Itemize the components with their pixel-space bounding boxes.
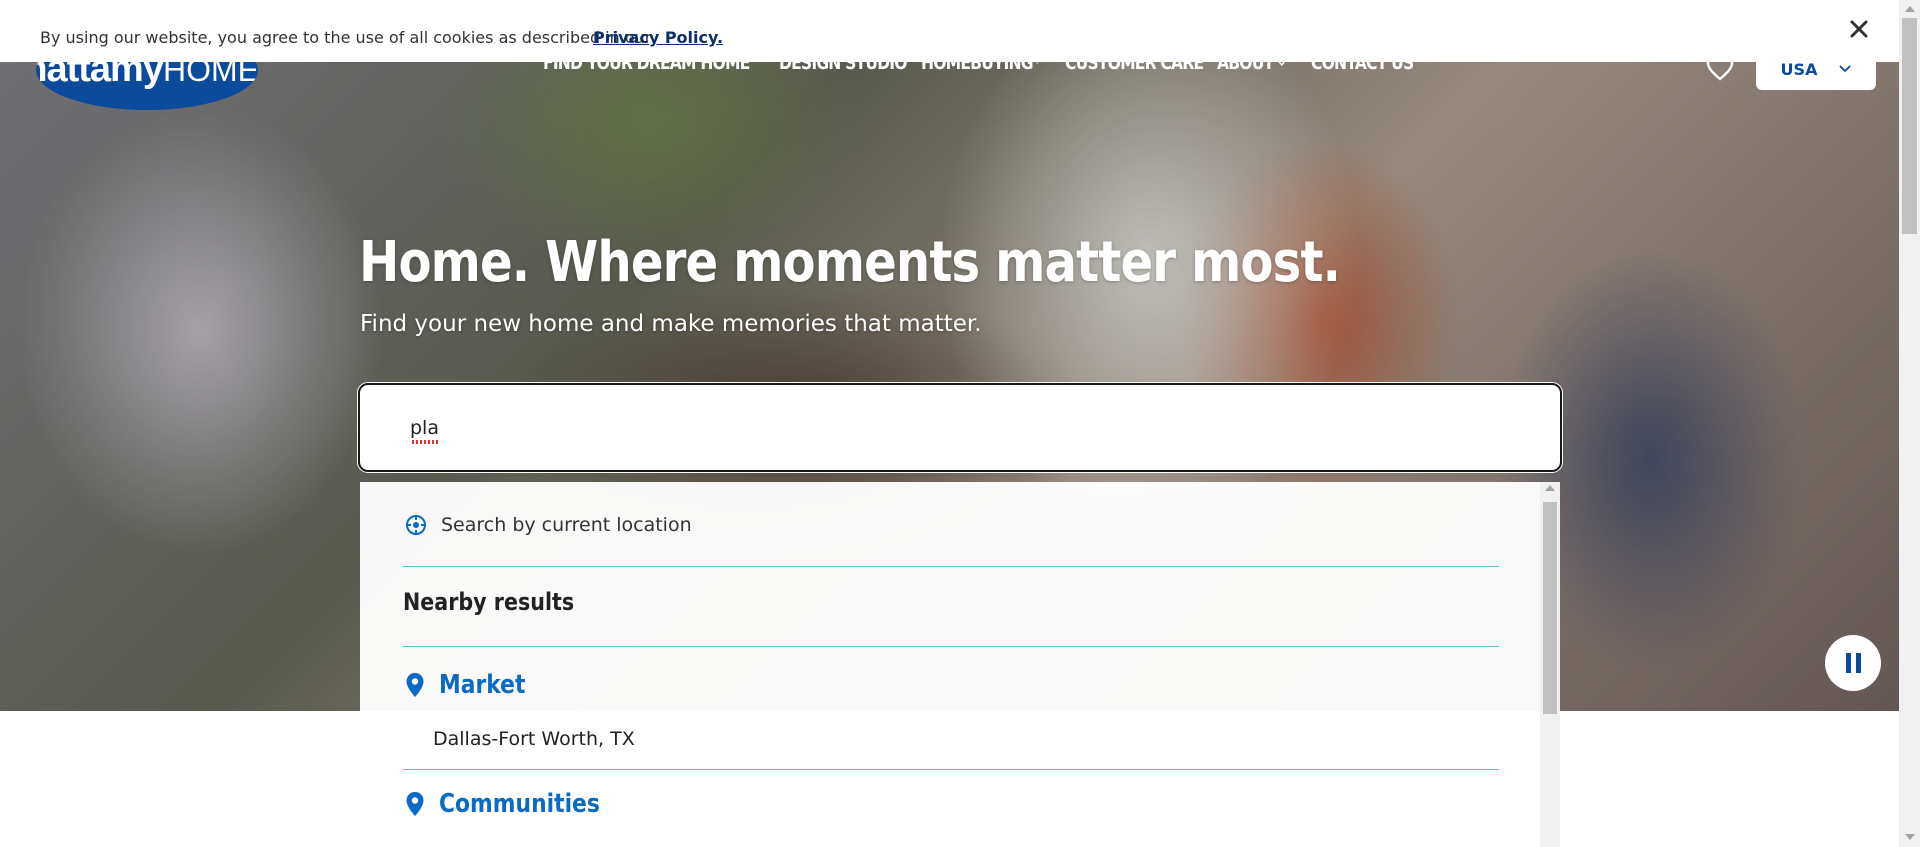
- chevron-down-icon: [1839, 65, 1852, 73]
- search-current-location-option[interactable]: Search by current location: [405, 514, 692, 536]
- scrollbar-thumb[interactable]: [1902, 18, 1917, 234]
- current-location-label: Search by current location: [441, 514, 692, 536]
- divider: [403, 769, 1499, 770]
- scrollbar-thumb[interactable]: [1543, 502, 1557, 714]
- search-box[interactable]: [358, 383, 1562, 472]
- map-pin-icon: [406, 673, 424, 697]
- divider: [403, 566, 1499, 567]
- category-label: Communities: [439, 789, 600, 819]
- crosshair-location-icon: [406, 515, 426, 535]
- divider: [403, 646, 1499, 647]
- scroll-up-arrow-icon[interactable]: [1545, 485, 1555, 491]
- pause-icon-bar: [1855, 653, 1861, 673]
- cookie-banner: By using our website, you agree to the u…: [0, 0, 1899, 62]
- category-communities: Communities: [405, 789, 631, 819]
- hero-subtitle: Find your new home and make memories tha…: [360, 311, 982, 337]
- category-label: Market: [439, 670, 526, 700]
- pause-icon-bar: [1845, 653, 1851, 673]
- map-pin-icon: [406, 792, 424, 816]
- cookie-message: By using our website, you agree to the u…: [40, 28, 652, 47]
- scroll-up-arrow-icon[interactable]: [1905, 6, 1915, 12]
- search-suggestions-dropdown: Search by current location Nearby result…: [360, 482, 1560, 847]
- page-scrollbar[interactable]: [1899, 0, 1920, 847]
- result-item[interactable]: Dallas-Fort Worth, TX: [433, 728, 635, 750]
- region-selected: USA: [1780, 59, 1818, 79]
- search-input[interactable]: [410, 415, 1510, 441]
- close-icon[interactable]: [1848, 18, 1870, 40]
- hero-title: Home. Where moments matter most.: [359, 230, 1341, 295]
- spellcheck-underline: [412, 440, 440, 444]
- privacy-policy-link[interactable]: Privacy Policy.: [593, 28, 723, 47]
- category-market: Market: [405, 670, 542, 700]
- pause-video-button[interactable]: [1825, 635, 1881, 691]
- dropdown-scrollbar[interactable]: [1540, 482, 1560, 847]
- nearby-results-heading: Nearby results: [403, 588, 575, 616]
- scroll-down-arrow-icon[interactable]: [1905, 834, 1915, 840]
